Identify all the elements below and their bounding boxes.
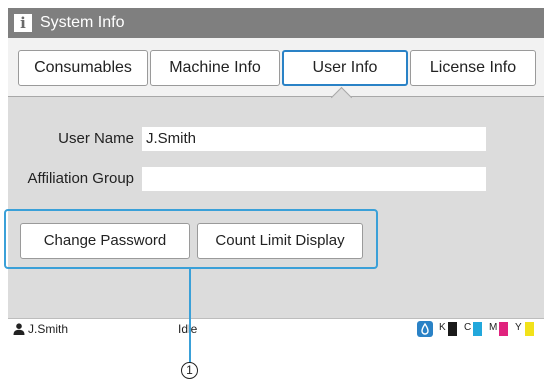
affiliation-group-label: Affiliation Group bbox=[27, 170, 134, 187]
ink-icon[interactable] bbox=[417, 321, 433, 337]
tab-bar: Consumables Machine Info User Info Licen… bbox=[8, 38, 544, 97]
ink-y-label: Y bbox=[515, 322, 522, 333]
user-name-field[interactable]: J.Smith bbox=[142, 127, 486, 151]
ink-indicator: K C M Y bbox=[417, 319, 544, 338]
info-icon: i bbox=[14, 14, 32, 32]
user-icon bbox=[13, 323, 25, 335]
status-bar: J.Smith Idle K C M Y bbox=[8, 318, 544, 338]
callout-highlight-box bbox=[4, 209, 378, 269]
callout-number: 1 bbox=[181, 362, 198, 379]
tab-machine-info[interactable]: Machine Info bbox=[150, 50, 280, 86]
tab-license-info[interactable]: License Info bbox=[410, 50, 536, 86]
window-title: System Info bbox=[40, 14, 125, 31]
tab-consumables[interactable]: Consumables bbox=[18, 50, 148, 86]
ink-m-level bbox=[499, 322, 508, 336]
system-info-screen: i System Info Consumables Machine Info U… bbox=[8, 8, 544, 338]
ink-c-label: C bbox=[464, 322, 472, 333]
callout-line bbox=[189, 269, 191, 364]
status-user-name: J.Smith bbox=[28, 322, 69, 336]
ink-k-level bbox=[448, 322, 457, 336]
ink-c-level bbox=[473, 322, 482, 336]
affiliation-group-field[interactable] bbox=[142, 167, 486, 191]
ink-m-label: M bbox=[489, 322, 498, 333]
ink-k-label: K bbox=[439, 322, 446, 333]
ink-y-level bbox=[525, 322, 534, 336]
title-bar: i System Info bbox=[8, 8, 544, 38]
status-text: Idle bbox=[178, 322, 198, 336]
tab-user-info[interactable]: User Info bbox=[282, 50, 408, 86]
user-name-label: User Name bbox=[58, 130, 134, 147]
